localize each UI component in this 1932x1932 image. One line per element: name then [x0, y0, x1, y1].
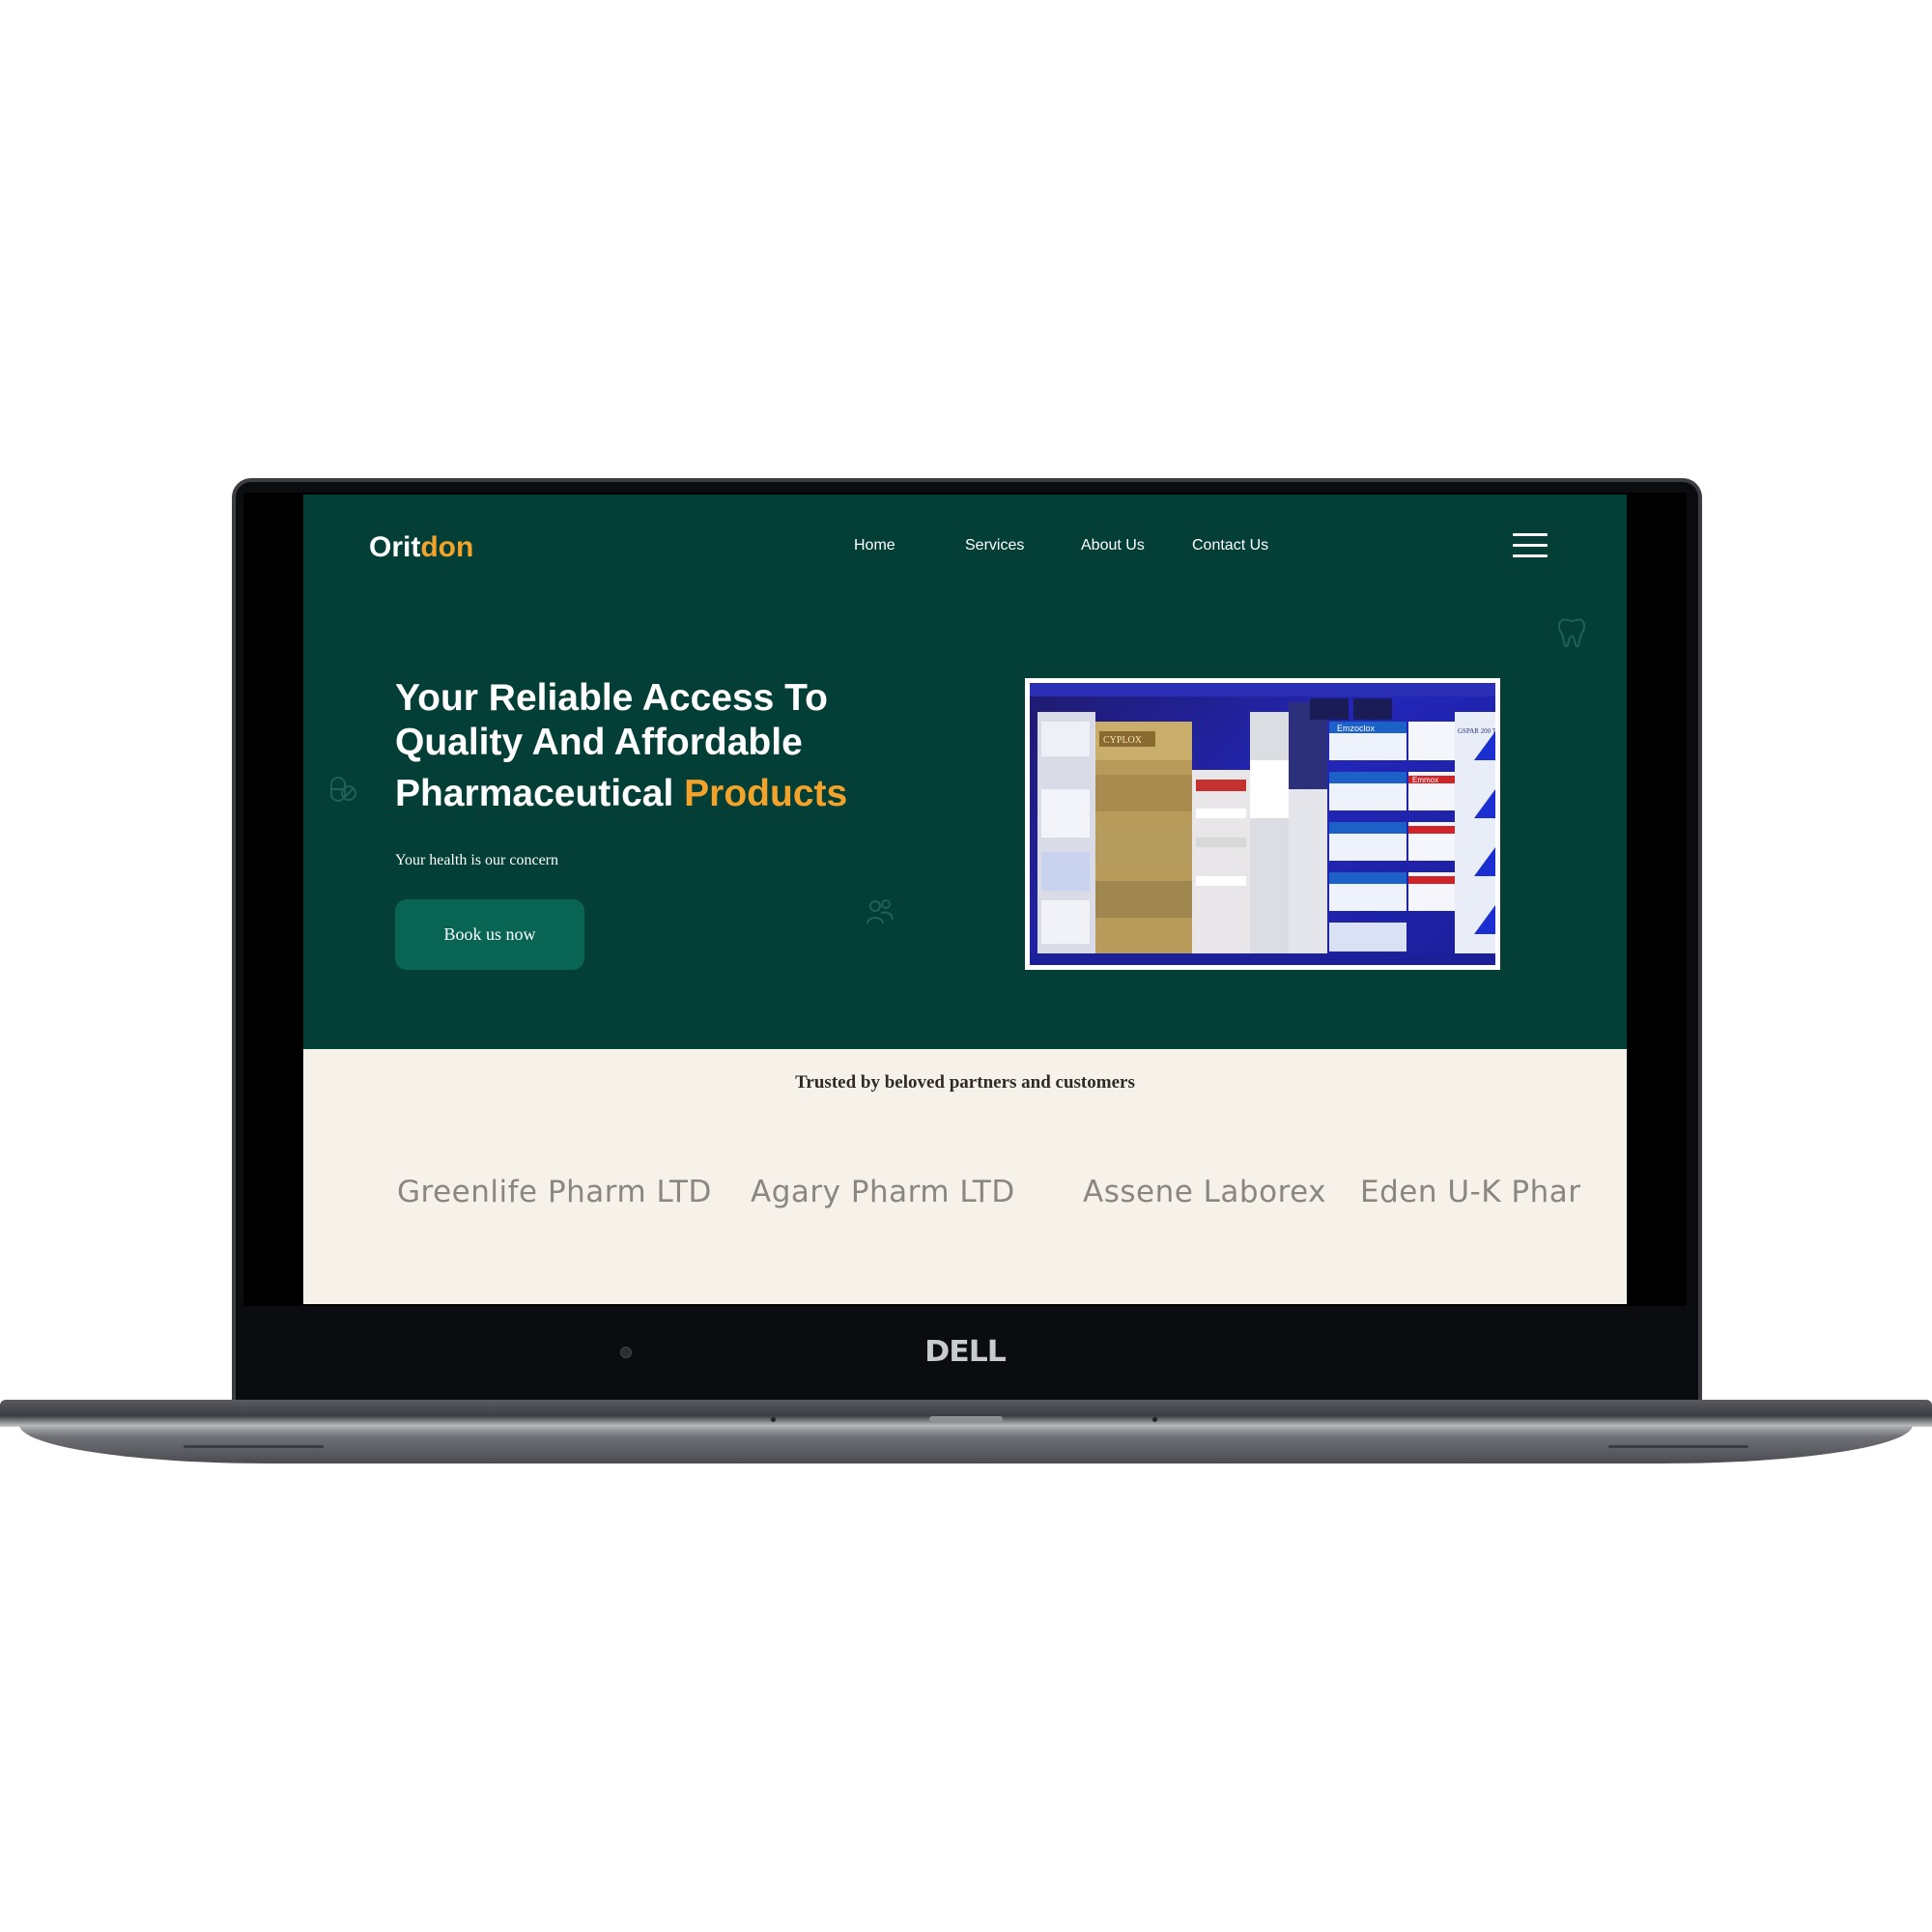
- hero-tagline: Your health is our concern: [395, 852, 559, 868]
- pill-icon: [330, 777, 356, 802]
- tooth-icon: [1558, 618, 1585, 648]
- photo-label: Emmox: [1412, 776, 1438, 784]
- logo-main: Orit: [369, 531, 421, 563]
- hero-title-line-2: Quality And Affordable: [395, 722, 803, 763]
- nav-services[interactable]: Services: [965, 537, 1024, 554]
- speaker-vent-left: [184, 1445, 324, 1448]
- partner-logo-agary: Agary Pharm LTD: [751, 1175, 1015, 1209]
- hero-title: Your Reliable Access To Quality And Affo…: [395, 676, 936, 816]
- site-logo[interactable]: Oritdon: [369, 531, 473, 564]
- people-icon: [867, 899, 894, 924]
- medicine-boxes-photo: CYPLOX Emzoclox Emmox GSPAR 200 T: [1030, 683, 1495, 965]
- photo-label: Emzoclox: [1337, 724, 1376, 733]
- hero-title-accent: Products: [684, 773, 848, 814]
- hinge-notch: [929, 1416, 1003, 1422]
- laptop-base-bottom: [19, 1425, 1913, 1463]
- partner-logo-eden: Eden U-K Phar: [1360, 1175, 1581, 1209]
- partners-section: Trusted by beloved partners and customer…: [303, 1049, 1627, 1304]
- screen: Oritdon Home Services About Us Contact U…: [303, 495, 1627, 1304]
- hero-title-line-1: Your Reliable Access To: [395, 677, 828, 719]
- device-brand-logo: DELL: [924, 1335, 1007, 1369]
- book-us-now-button[interactable]: Book us now: [395, 899, 584, 970]
- nav-about-us[interactable]: About Us: [1081, 537, 1145, 554]
- emzoclox-boxes: Emzoclox Emmox: [1329, 722, 1455, 952]
- hero-title-line-3: Pharmaceutical Products: [395, 772, 936, 816]
- menu-icon[interactable]: [1513, 533, 1548, 558]
- hero-title-word: Pharmaceutical: [395, 773, 674, 814]
- gspar-boxes: GSPAR 200 TABLETS: [1455, 712, 1495, 953]
- base-dot: [771, 1417, 776, 1422]
- hero-section: Oritdon Home Services About Us Contact U…: [303, 495, 1627, 1049]
- speaker-vent-right: [1608, 1445, 1748, 1448]
- nav-contact-us[interactable]: Contact Us: [1192, 537, 1268, 554]
- webcam: [620, 1347, 632, 1358]
- nav-home[interactable]: Home: [854, 537, 895, 554]
- photo-label: GSPAR 200 TABLETS: [1458, 727, 1495, 735]
- partner-logo-assene: Assene Laborex: [1083, 1175, 1327, 1209]
- photo-label: CYPLOX: [1103, 735, 1143, 746]
- logo-accent: don: [420, 531, 474, 563]
- partner-logo-greenlife: Greenlife Pharm LTD: [397, 1175, 712, 1209]
- laptop-base: [0, 1400, 1932, 1427]
- base-dot: [1152, 1417, 1157, 1422]
- hero-image: CYPLOX Emzoclox Emmox GSPAR 200 T: [1025, 678, 1500, 970]
- partners-heading: Trusted by beloved partners and customer…: [795, 1072, 1135, 1093]
